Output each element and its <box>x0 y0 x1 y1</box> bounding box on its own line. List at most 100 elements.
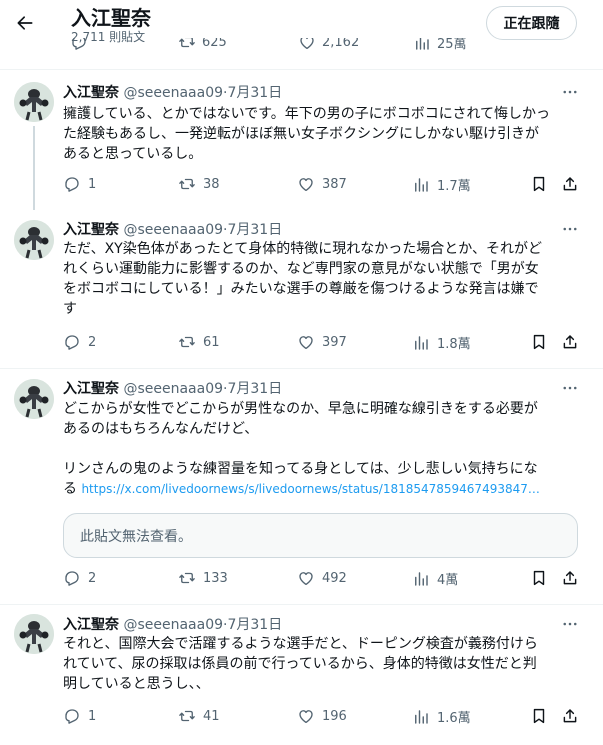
reply-button[interactable]: 2 <box>63 569 96 587</box>
tweet-link[interactable]: https://x.com/livedoornews/s/livedoornew… <box>81 482 539 496</box>
share-button[interactable] <box>561 569 579 587</box>
like-button[interactable]: 397 <box>297 333 347 351</box>
author-handle[interactable]: @seeenaaa09 <box>123 617 223 633</box>
retweet-icon <box>178 175 196 193</box>
retweet-icon <box>178 707 196 725</box>
reply-button[interactable] <box>70 38 88 51</box>
like-count: 397 <box>322 334 347 350</box>
bookmark-icon <box>530 707 548 725</box>
share-icon <box>561 333 579 351</box>
more-dots-icon <box>561 220 579 238</box>
tweet-actions: 1 38 387 1.7萬 <box>0 175 603 199</box>
reply-count: 1 <box>88 176 97 192</box>
like-button[interactable]: 387 <box>297 175 347 193</box>
quote-unavailable-text: 此貼文無法查看。 <box>80 528 192 545</box>
author-handle[interactable]: @seeenaaa09 <box>123 85 223 101</box>
retweet-count: 61 <box>203 334 220 350</box>
view-count: 1.7萬 <box>437 179 471 194</box>
bookmark-button[interactable] <box>530 569 548 587</box>
like-button[interactable]: 196 <box>297 707 347 725</box>
more-dots-icon <box>561 615 579 633</box>
tweet-text: 擁護している、とかではないです。年下の男の子にボコボコにされて悔しかっ た経験も… <box>63 106 551 162</box>
tweet[interactable]: 入江聖奈 @seeenaaa09·7月31日 それと、国際大会で活躍するような選… <box>0 605 603 745</box>
more-options-button[interactable] <box>560 219 580 239</box>
retweet-button[interactable]: 61 <box>178 333 220 351</box>
reply-button[interactable]: 1 <box>63 175 96 193</box>
retweet-icon <box>178 333 196 351</box>
quoted-post-unavailable[interactable]: 此貼文無法查看。 <box>63 513 578 558</box>
bookmark-button[interactable] <box>530 333 548 351</box>
reply-icon <box>70 38 88 51</box>
share-button[interactable] <box>561 333 579 351</box>
author-name[interactable]: 入江聖奈 <box>63 617 119 633</box>
like-count: 387 <box>322 176 347 192</box>
avatar[interactable] <box>14 220 54 260</box>
avatar[interactable] <box>14 82 54 122</box>
view-count: 4萬 <box>437 573 459 588</box>
view-count: 1.6萬 <box>437 711 471 726</box>
tweet-date[interactable]: 7月31日 <box>227 85 282 101</box>
heart-icon <box>297 707 315 725</box>
views-button[interactable]: 4萬 <box>412 569 458 588</box>
author-name[interactable]: 入江聖奈 <box>63 381 119 397</box>
like-button[interactable]: 2,162 <box>298 38 359 51</box>
avatar[interactable] <box>14 379 54 419</box>
tweet-meta: 入江聖奈 @seeenaaa09·7月31日 <box>63 381 283 397</box>
heart-icon <box>297 333 315 351</box>
tweet[interactable]: 入江聖奈 @seeenaaa09·7月31日 ただ、XY染色体があったとて身体的… <box>0 210 603 368</box>
like-button[interactable]: 492 <box>297 569 347 587</box>
like-count: 492 <box>322 570 347 586</box>
retweet-button[interactable]: 38 <box>178 175 220 193</box>
retweet-button[interactable]: 625 <box>178 38 227 51</box>
reply-count: 1 <box>88 708 97 724</box>
share-icon <box>561 175 579 193</box>
views-button[interactable]: 1.8萬 <box>412 333 471 352</box>
retweet-count: 41 <box>203 708 220 724</box>
view-count: 25萬 <box>437 38 467 52</box>
tweet-date[interactable]: 7月31日 <box>227 222 282 238</box>
retweet-count: 38 <box>203 176 220 192</box>
reply-icon <box>63 333 81 351</box>
heart-icon <box>298 38 316 51</box>
more-options-button[interactable] <box>560 378 580 398</box>
tweet[interactable]: 入江聖奈 @seeenaaa09·7月31日 擁護している、とかではないです。年… <box>0 70 603 210</box>
views-button[interactable]: 1.7萬 <box>412 175 471 194</box>
reply-icon <box>63 569 81 587</box>
tweet[interactable]: 入江聖奈 @seeenaaa09·7月31日 どこからが女性でどこからが男性なの… <box>0 369 603 604</box>
retweet-icon <box>178 569 196 587</box>
author-name[interactable]: 入江聖奈 <box>63 222 119 238</box>
reply-button[interactable]: 2 <box>63 333 96 351</box>
reply-icon <box>63 175 81 193</box>
arrow-left-icon <box>17 16 33 30</box>
bookmark-icon <box>530 333 548 351</box>
share-button[interactable] <box>561 707 579 725</box>
author-name[interactable]: 入江聖奈 <box>63 85 119 101</box>
share-button[interactable] <box>561 175 579 193</box>
bookmark-icon <box>530 175 548 193</box>
avatar[interactable] <box>14 614 54 654</box>
author-handle[interactable]: @seeenaaa09 <box>123 381 223 397</box>
following-button[interactable]: 正在跟隨 <box>486 6 577 40</box>
back-button[interactable] <box>8 6 42 40</box>
bookmark-button[interactable] <box>530 175 548 193</box>
views-chart-icon <box>412 570 430 588</box>
retweet-button[interactable]: 133 <box>178 569 228 587</box>
more-options-button[interactable] <box>560 614 580 634</box>
views-button[interactable]: 1.6萬 <box>412 707 471 726</box>
tweet-meta: 入江聖奈 @seeenaaa09·7月31日 <box>63 222 283 238</box>
like-count: 196 <box>322 708 347 724</box>
heart-icon <box>297 569 315 587</box>
share-icon <box>561 707 579 725</box>
tweet-text: ただ、XY染色体があったとて身体的特徴に現れなかった場合とか、それがど れくらい… <box>63 241 543 317</box>
views-button[interactable]: 25萬 <box>413 38 467 52</box>
tweet-date[interactable]: 7月31日 <box>227 381 282 397</box>
retweet-button[interactable]: 41 <box>178 707 220 725</box>
author-handle[interactable]: @seeenaaa09 <box>123 222 223 238</box>
bookmark-button[interactable] <box>530 707 548 725</box>
reply-button[interactable]: 1 <box>63 707 96 725</box>
more-options-button[interactable] <box>560 82 580 102</box>
tweet-text: それと、国際大会で活躍するような選手だと、ドーピング検査が義務付けら れていて、… <box>63 636 538 692</box>
tweet-text: どこからが女性でどこからが男性なのか、早急に明確な線引きをする必要が あるのはも… <box>63 401 540 497</box>
tweet-date[interactable]: 7月31日 <box>227 617 282 633</box>
tweet-actions: 2 61 397 1.8萬 <box>0 333 603 357</box>
